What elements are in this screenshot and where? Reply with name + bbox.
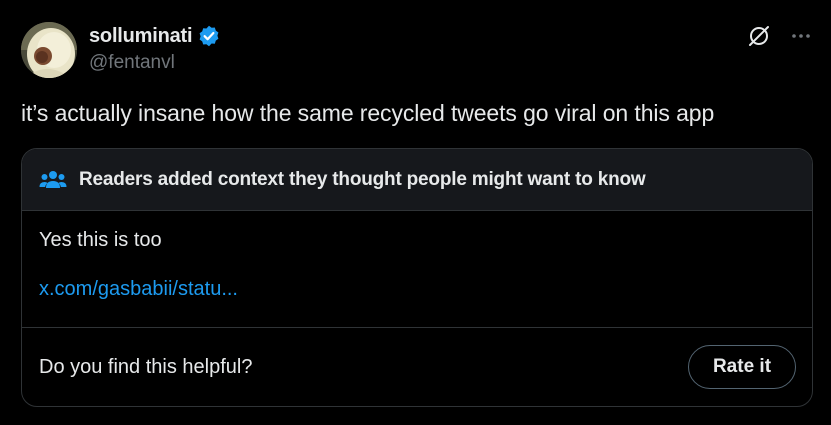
verified-badge-icon[interactable] bbox=[198, 25, 220, 47]
rate-it-button[interactable]: Rate it bbox=[688, 345, 796, 389]
community-note-footer: Do you find this helpful? Rate it bbox=[22, 328, 812, 406]
author-name-row: solluminati bbox=[89, 24, 220, 48]
author-handle[interactable]: @fentanvl bbox=[89, 52, 175, 74]
readers-icon bbox=[39, 168, 67, 192]
author-avatar[interactable] bbox=[21, 22, 77, 78]
community-note-text: Yes this is too bbox=[39, 229, 162, 251]
grok-icon[interactable] bbox=[747, 24, 771, 48]
tweet-top-actions bbox=[747, 24, 813, 48]
community-note-header[interactable]: Readers added context they thought peopl… bbox=[22, 149, 812, 211]
community-note: Readers added context they thought peopl… bbox=[21, 148, 813, 407]
tweet: solluminati @fentanvl it’s actually insa… bbox=[0, 0, 831, 425]
more-icon[interactable] bbox=[789, 24, 813, 48]
community-note-link[interactable]: x.com/gasbabii/statu... bbox=[39, 278, 795, 301]
tweet-text: it’s actually insane how the same recycl… bbox=[21, 100, 715, 126]
helpful-prompt: Do you find this helpful? bbox=[39, 355, 253, 378]
community-note-title: Readers added context they thought peopl… bbox=[79, 168, 646, 190]
author-display-name[interactable]: solluminati bbox=[89, 25, 193, 48]
community-note-body: Yes this is too x.com/gasbabii/statu... bbox=[22, 211, 812, 328]
hooded-figure-avatar-icon bbox=[21, 22, 77, 78]
